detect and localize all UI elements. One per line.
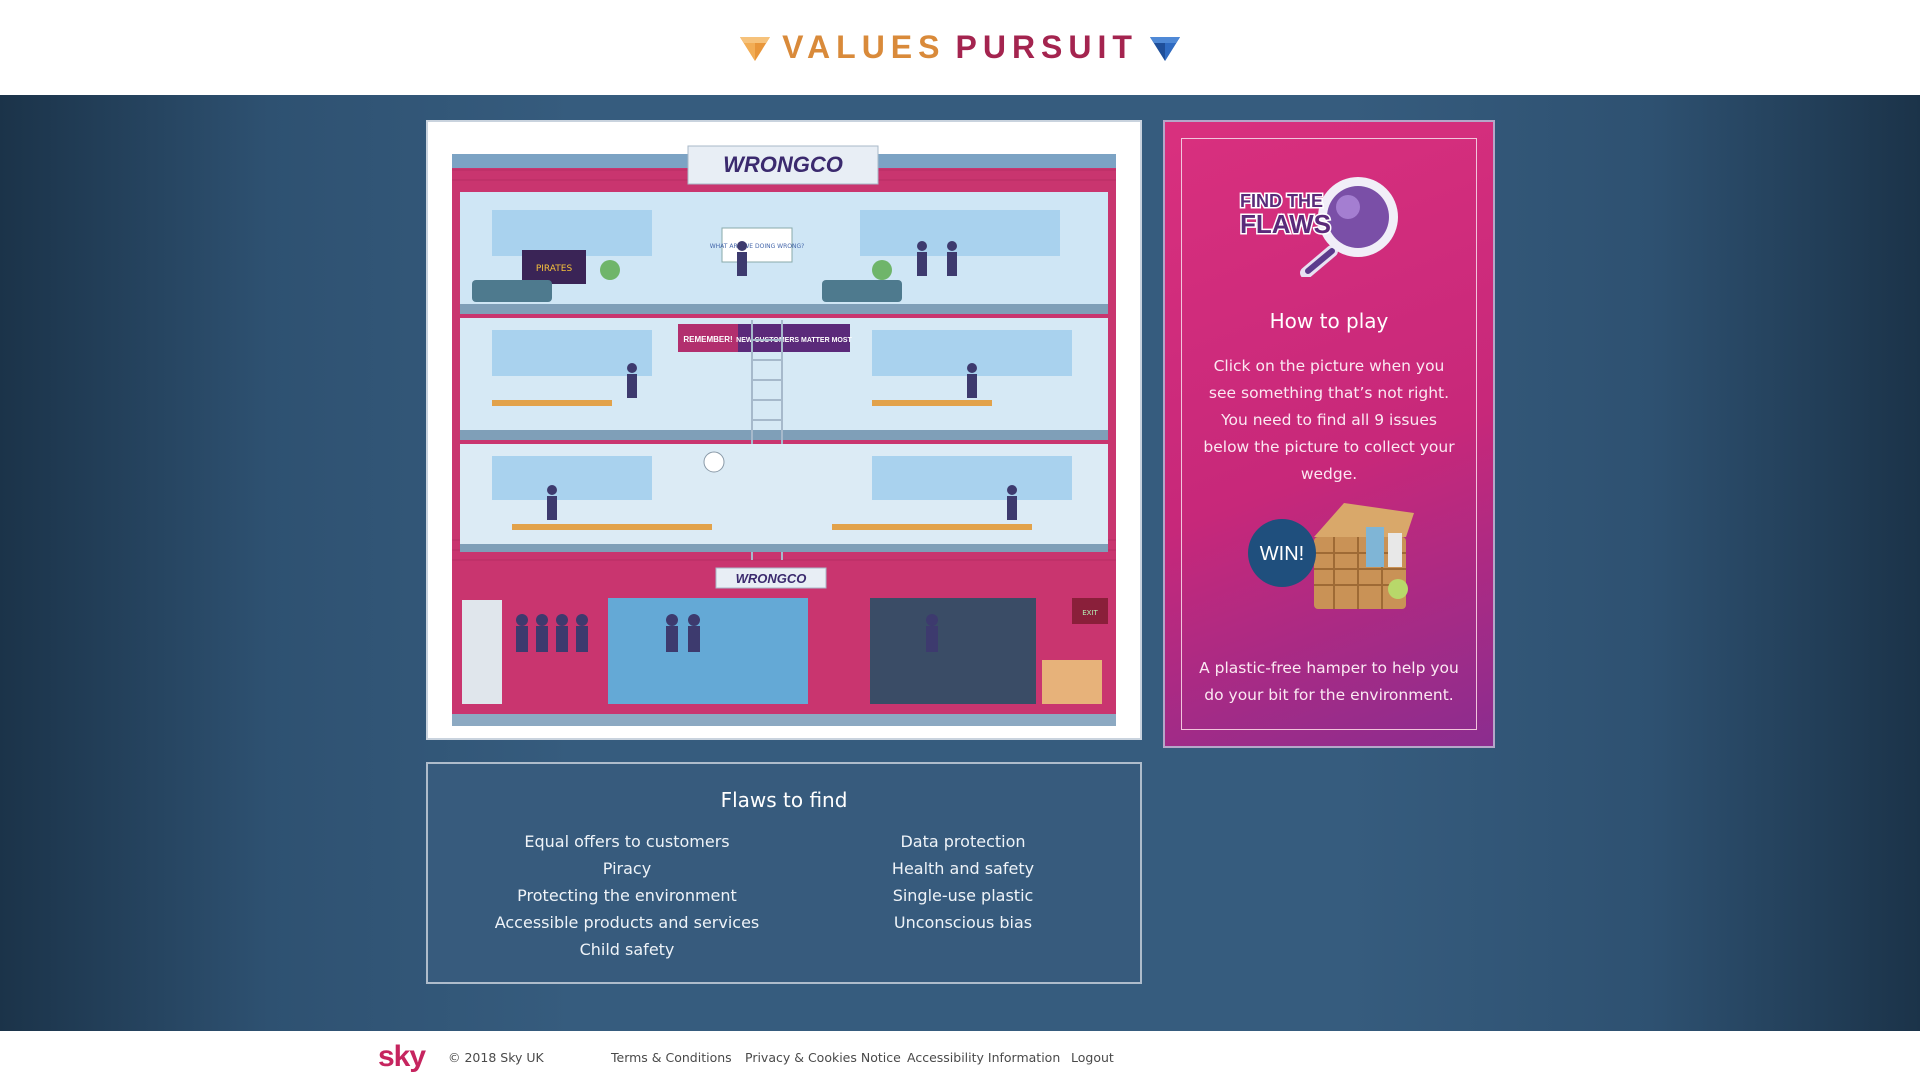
badge-line-2: FLAWS	[1240, 209, 1331, 239]
flaws-to-find-panel: Flaws to find Equal offers to customers …	[426, 762, 1142, 984]
accessibility-link[interactable]: Accessibility Information	[907, 1050, 1060, 1065]
flaw-item: Protecting the environment	[517, 886, 737, 905]
flaw-item: Data protection	[900, 832, 1026, 851]
flaws-title: Flaws to find	[720, 788, 848, 812]
badge-line-1: FIND THE	[1240, 191, 1323, 211]
logo-word-values: VALUES	[782, 29, 946, 65]
how-to-play-border: FIND THE FLAWS How to play Click on the …	[1181, 138, 1477, 730]
logo-word-pursuit: PURSUIT	[955, 29, 1138, 65]
flaw-item: Unconscious bias	[893, 913, 1033, 932]
pirates-poster: PIRATES	[536, 264, 573, 274]
whiteboard: WHAT ARE WE DOING WRONG?	[710, 243, 805, 250]
wrongco-building-illustration[interactable]: WRONGCO PIRATES WHAT ARE WE DOING WRONG?…	[452, 140, 1116, 726]
values-pursuit-logo: VALUES PURSUIT	[738, 29, 1182, 66]
win-badge-text: WIN!	[1260, 543, 1304, 565]
find-the-flaws-picture[interactable]: WRONGCO PIRATES WHAT ARE WE DOING WRONG?…	[426, 120, 1142, 740]
remember-banner: REMEMBER!	[683, 335, 732, 344]
orange-gem-icon	[740, 36, 771, 61]
how-to-play-card: FIND THE FLAWS How to play Click on the …	[1163, 120, 1495, 748]
flaw-item: Health and safety	[891, 859, 1035, 878]
sky-logo[interactable]: sky	[378, 1040, 426, 1074]
exit-sign: EXIT	[1082, 609, 1098, 617]
footer: sky © 2018 Sky UK Terms & Conditions Pri…	[0, 1031, 1920, 1081]
copyright: © 2018 Sky UK	[448, 1050, 544, 1065]
flaws-list-left: Equal offers to customers Piracy Protect…	[462, 828, 792, 963]
flaws-list-right: Data protection Health and safety Single…	[798, 828, 1128, 936]
terms-link[interactable]: Terms & Conditions	[611, 1050, 732, 1065]
hamper-icon	[1314, 503, 1414, 609]
find-the-flaws-badge: FIND THE FLAWS	[1239, 177, 1398, 277]
flaw-item: Single-use plastic	[892, 886, 1034, 905]
how-to-play-instructions: Click on the picture when you see someth…	[1203, 357, 1455, 483]
flaw-item: Child safety	[579, 940, 675, 959]
flaw-item: Piracy	[602, 859, 652, 878]
blue-gem-icon	[1149, 36, 1180, 61]
header: VALUES PURSUIT	[0, 0, 1920, 95]
flaw-item: Accessible products and services	[494, 913, 760, 932]
wrongco-sign: WRONGCO	[723, 152, 843, 177]
privacy-link[interactable]: Privacy & Cookies Notice	[745, 1050, 901, 1065]
prize-description: A plastic-free hamper to help you do you…	[1199, 659, 1459, 704]
logout-link[interactable]: Logout	[1071, 1050, 1114, 1065]
prize-hamper-image: WIN!	[1248, 503, 1414, 609]
flaw-item: Equal offers to customers	[524, 832, 730, 851]
how-to-play-title: How to play	[1269, 309, 1389, 333]
wrongco-shop-sign: WRONGCO	[736, 571, 807, 586]
